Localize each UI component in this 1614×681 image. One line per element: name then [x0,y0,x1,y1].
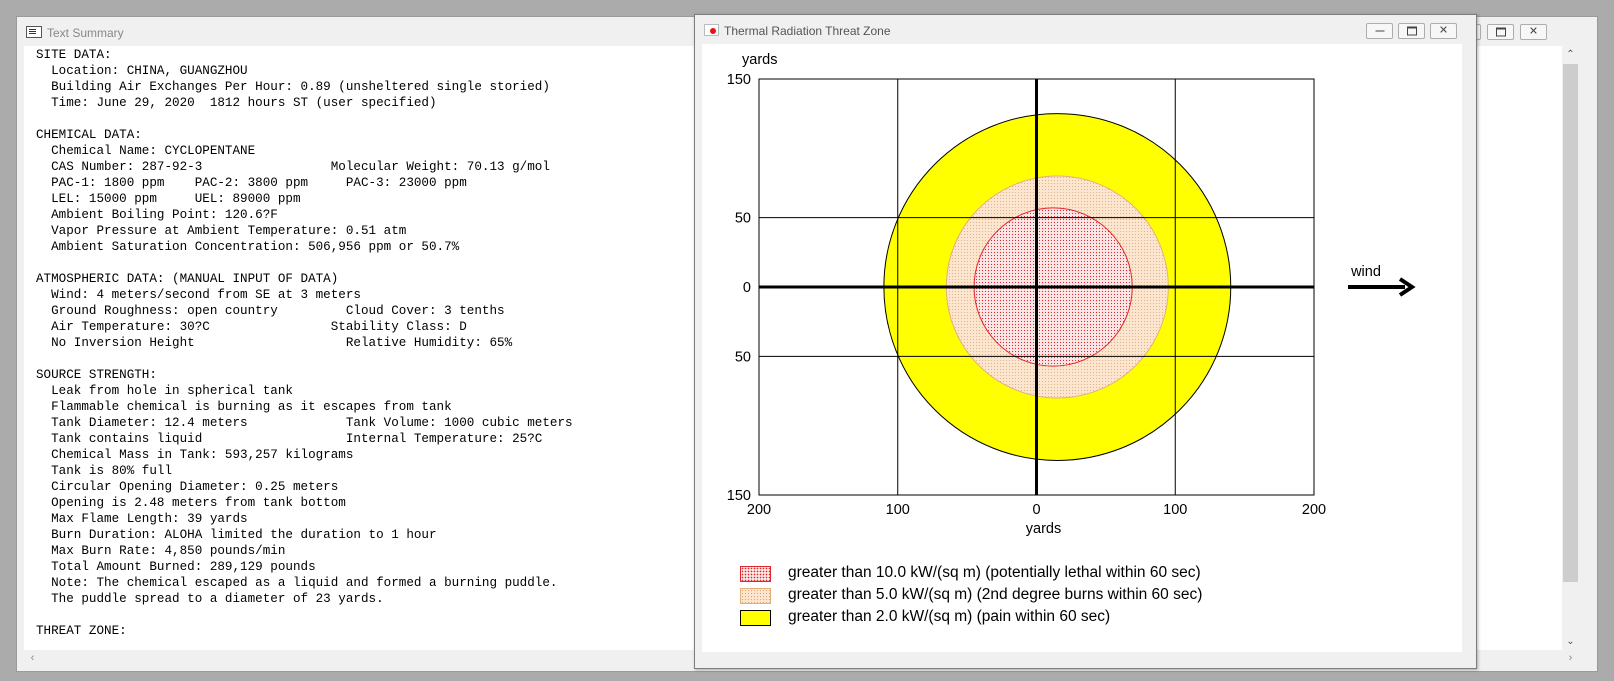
summary-line [36,351,573,367]
summary-line: SITE DATA: [36,48,112,62]
x-axis-label: yards [1026,521,1061,537]
summary-line: CAS Number: 287-92-3 Molecular Weight: 7… [36,160,550,174]
threat-zone-plot-area: 200 100 0 100 200 150 50 0 50 150 yards yards wind … [702,44,1462,652]
y-tick-label: 50 [735,211,751,227]
minimize-icon [1375,30,1384,32]
summary-line: Location: CHINA, GUANGZHOU [36,64,248,78]
x-tick-label: 200 [747,502,771,518]
summary-line: Wind: 4 meters/second from SE at 3 meter… [36,288,361,302]
summary-line: Opening is 2.48 meters from tank bottom [36,496,346,510]
y-axis-label: yards [742,52,777,68]
y-tick-label: 150 [727,488,751,504]
threat-zone-app-icon [704,24,719,36]
summary-line [36,111,573,127]
scroll-down-arrow-icon[interactable]: ⌄ [1562,633,1579,650]
legend-label: greater than 2.0 kW/(sq m) (pain within … [788,608,1111,625]
thermal-restore-button[interactable] [1398,23,1425,39]
scroll-up-arrow-icon[interactable]: ⌃ [1562,46,1579,63]
thermal-radiation-title: Thermal Radiation Threat Zone [724,24,891,38]
summary-line: Burn Duration: ALOHA limited the duratio… [36,528,437,542]
summary-line: Tank contains liquid Internal Temperatur… [36,432,543,446]
summary-line: Tank Diameter: 12.4 meters Tank Volume: … [36,416,573,430]
y-tick-label: 150 [727,72,751,88]
summary-line: THREAT ZONE: [36,624,127,638]
summary-line: SOURCE STRENGTH: [36,368,157,382]
restore-icon [1406,26,1417,36]
wind-indicator: wind [1348,264,1416,297]
vertical-scroll-thumb[interactable] [1563,64,1578,582]
summary-line: Leak from hole in spherical tank [36,384,293,398]
summary-line: Flammable chemical is burning as it esca… [36,400,452,414]
summary-line: Max Flame Length: 39 yards [36,512,248,526]
summary-line: Total Amount Burned: 289,129 pounds [36,560,316,574]
y-tick-label: 0 [743,280,751,296]
wind-label: wind [1350,264,1381,280]
x-tick-label: 100 [886,502,910,518]
summary-line: LEL: 15000 ppm UEL: 89000 ppm [36,192,301,206]
summary-line: ATMOSPHERIC DATA: (MANUAL INPUT OF DATA) [36,272,339,286]
summary-line: Note: The chemical escaped as a liquid a… [36,576,558,590]
y-tick-label: 50 [735,349,751,365]
thermal-radiation-window: Thermal Radiation Threat Zone ✕ 200 100 0 1… [694,14,1477,669]
scroll-left-arrow-icon[interactable]: ‹ [24,650,41,667]
legend-label: greater than 5.0 kW/(sq m) (2nd degree b… [788,586,1203,603]
summary-line [36,607,573,623]
summary-line: Max Burn Rate: 4,850 pounds/min [36,544,286,558]
summary-line: Building Air Exchanges Per Hour: 0.89 (u… [36,80,550,94]
vertical-scrollbar[interactable]: ⌃ ⌄ [1562,46,1579,650]
thermal-minimize-button[interactable] [1366,23,1393,39]
summary-lines: SITE DATA: Location: CHINA, GUANGZHOU Bu… [36,47,573,639]
scroll-right-arrow-icon[interactable]: › [1562,650,1579,667]
summary-line [36,255,573,271]
summary-line: PAC-1: 1800 ppm PAC-2: 3800 ppm PAC-3: 2… [36,176,467,190]
legend-label: greater than 10.0 kW/(sq m) (potentially… [788,564,1201,581]
grid-layer [758,78,1315,496]
legend-swatch-yellow [740,610,771,626]
thermal-close-button[interactable]: ✕ [1430,23,1457,39]
summary-line: Tank is 80% full [36,464,173,478]
summary-line: Chemical Mass in Tank: 593,257 kilograms [36,448,354,462]
summary-line: Circular Opening Diameter: 0.25 meters [36,480,339,494]
window-app-icon [26,26,42,38]
summary-line: Vapor Pressure at Ambient Temperature: 0… [36,224,407,238]
x-tick-label: 100 [1163,502,1187,518]
x-tick-label: 0 [1032,502,1040,518]
text-summary-close-button[interactable]: ✕ [1520,24,1547,40]
text-summary-restore-button[interactable] [1487,24,1514,40]
close-icon: ✕ [1438,24,1449,37]
summary-line: Ambient Boiling Point: 120.6?F [36,208,278,222]
text-summary-title: Text Summary [47,26,124,40]
summary-line: Ambient Saturation Concentration: 506,95… [36,240,460,254]
summary-line: The puddle spread to a diameter of 23 ya… [36,592,384,606]
thermal-radiation-titlebar[interactable]: Thermal Radiation Threat Zone ✕ [695,15,1476,45]
restore-icon [1495,27,1506,37]
summary-line: Chemical Name: CYCLOPENTANE [36,144,256,158]
close-icon: ✕ [1528,25,1539,38]
legend-swatch-red [740,566,771,582]
threat-zone-chart: 200 100 0 100 20015050050150yardsyards wind [727,52,1416,537]
summary-line: Time: June 29, 2020 1812 hours ST (user … [36,96,437,110]
legend-swatch-orange [740,588,771,604]
summary-line: CHEMICAL DATA: [36,128,142,142]
summary-line: No Inversion Height Relative Humidity: 6… [36,336,513,350]
summary-line: Ground Roughness: open country Cloud Cov… [36,304,505,318]
x-tick-label: 200 [1302,502,1326,518]
summary-line: Air Temperature: 30?C Stability Class: D [36,320,467,334]
